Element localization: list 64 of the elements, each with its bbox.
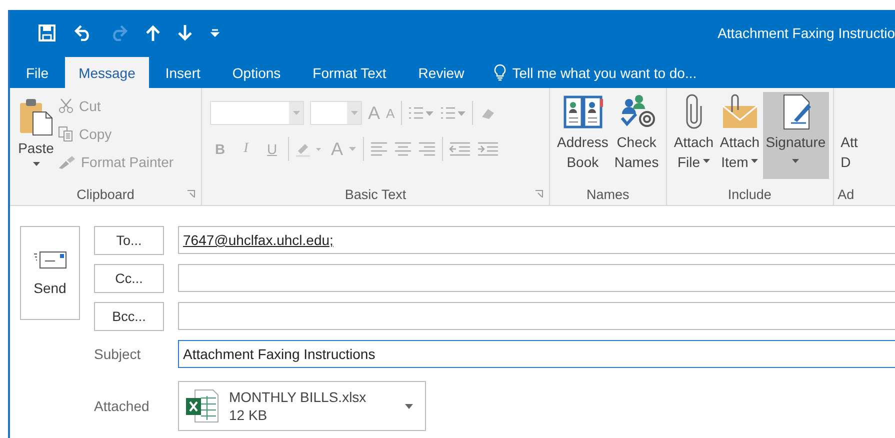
- lightbulb-icon: [494, 64, 506, 81]
- names-button[interactable]: Address Book: [554, 92, 612, 179]
- group-label: Basic Text: [344, 186, 406, 202]
- recipient-button[interactable]: Cc...: [94, 264, 164, 292]
- align-left-icon[interactable]: [370, 142, 388, 156]
- scissors-icon: [58, 98, 74, 114]
- undo-icon[interactable]: [74, 24, 92, 40]
- envelope-icon: [33, 250, 67, 270]
- tell-me-search[interactable]: Tell me what you want to do...: [494, 57, 697, 88]
- decrease-indent-icon[interactable]: [449, 142, 472, 156]
- bullets-icon[interactable]: [408, 105, 434, 121]
- subject-label: Subject: [94, 346, 142, 362]
- font-size-field[interactable]: [310, 101, 362, 125]
- ribbon-tab[interactable]: File: [10, 57, 65, 88]
- group-label: Clipboard: [76, 186, 134, 202]
- caret-icon: [751, 159, 758, 163]
- address-book-icon: [562, 94, 603, 130]
- ribbon-tab[interactable]: Options: [216, 57, 297, 88]
- dialog-launcher-icon[interactable]: [187, 190, 195, 198]
- group-label: Include: [728, 186, 772, 202]
- include-button[interactable]: Attach Item: [716, 92, 763, 179]
- group-label: Names: [586, 186, 630, 202]
- recipient-button[interactable]: To...: [94, 226, 164, 254]
- recipient-field[interactable]: [178, 264, 895, 292]
- redo-icon[interactable]: [110, 24, 128, 40]
- copy-icon: [58, 126, 74, 142]
- window-title: Attachment Faxing Instructio: [718, 24, 895, 40]
- caret-icon[interactable]: [32, 162, 40, 166]
- attached-label: Attached: [94, 398, 150, 414]
- ribbon-tab[interactable]: Format Text: [296, 57, 402, 88]
- attachment-card[interactable]: MONTHLY BILLS.xlsx 12 KB: [178, 381, 426, 431]
- ribbon-tab[interactable]: Review: [402, 57, 480, 88]
- include-button[interactable]: Signature: [762, 92, 829, 179]
- down-arrow-icon[interactable]: [178, 24, 192, 40]
- ribbon-tab[interactable]: Message: [64, 57, 150, 88]
- caret-icon[interactable]: [405, 404, 413, 408]
- recipient-field[interactable]: [178, 302, 895, 330]
- save-icon[interactable]: [38, 24, 56, 42]
- ribbon-button[interactable]: Att D: [838, 92, 861, 179]
- recipient-field[interactable]: 7647@uhclfax.uhcl.edu;: [178, 226, 895, 254]
- names-button[interactable]: Check Names: [611, 92, 662, 179]
- numbering-icon[interactable]: [440, 105, 466, 121]
- envelope-paperclip-icon: [720, 94, 760, 130]
- increase-indent-icon[interactable]: [477, 142, 500, 156]
- group-label: Ad: [838, 186, 854, 202]
- caret-icon: [703, 159, 710, 163]
- customize-icon[interactable]: [210, 28, 220, 38]
- recipient-button[interactable]: Bcc...: [94, 302, 164, 330]
- dialog-launcher-icon[interactable]: [535, 190, 543, 198]
- clipboard-icon: [19, 98, 53, 136]
- ribbon-tab[interactable]: Insert: [149, 57, 216, 88]
- font-name-field[interactable]: [210, 101, 304, 125]
- align-right-icon[interactable]: [418, 142, 436, 156]
- send-button[interactable]: Send: [20, 226, 80, 320]
- up-arrow-icon[interactable]: [146, 24, 160, 40]
- attachment-size: 12 KB: [229, 406, 268, 424]
- include-button[interactable]: Attach File: [670, 92, 717, 179]
- attachment-name: MONTHLY BILLS.xlsx: [229, 388, 368, 406]
- paste-button[interactable]: Paste: [14, 92, 58, 179]
- spreadsheet-icon: [185, 388, 219, 424]
- align-center-icon[interactable]: [394, 142, 412, 156]
- brush-icon: [58, 155, 76, 169]
- subject-field[interactable]: Attachment Faxing Instructions: [178, 340, 895, 368]
- caret-icon: [792, 159, 800, 163]
